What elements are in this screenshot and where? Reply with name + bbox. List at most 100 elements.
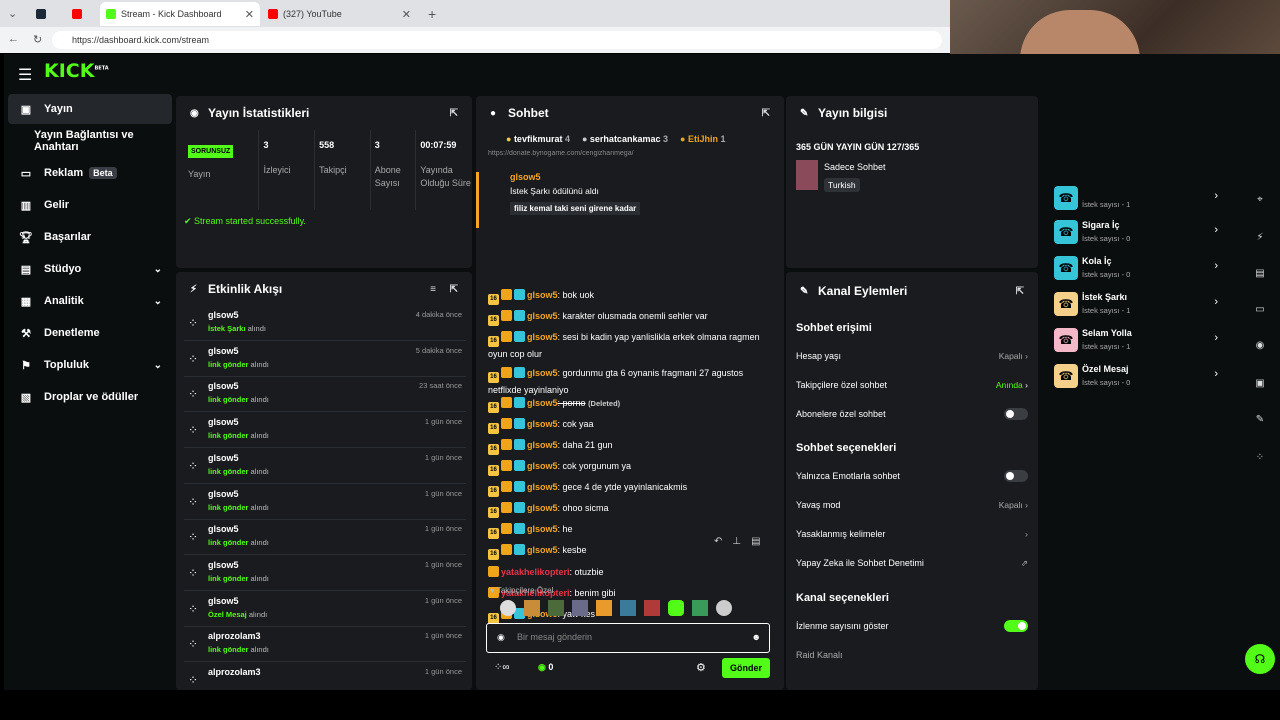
chat-username[interactable]: glsow5	[527, 332, 558, 342]
reward-item[interactable]: ☎ Özel Mesaj İstek sayısı - 0 ›	[1054, 360, 1224, 396]
popout-icon[interactable]: ⇱	[1016, 286, 1024, 297]
category-name[interactable]: Sadece Sohbet	[824, 162, 886, 172]
new-tab-icon[interactable]: +	[428, 6, 436, 22]
emote-icon[interactable]	[716, 600, 732, 616]
emote-only-toggle[interactable]	[1004, 470, 1028, 482]
points-display[interactable]: ◉ 0	[538, 662, 553, 673]
emote-icon[interactable]	[668, 600, 684, 616]
reload-icon[interactable]: ↻	[33, 33, 42, 46]
tab-youtube-1[interactable]	[66, 2, 96, 26]
slow-mode-row[interactable]: Yavaş mod Kapalı ›	[796, 491, 1028, 519]
sidebar-item-topluluk[interactable]: ⚑ Topluluk ⌄	[8, 350, 172, 380]
chat-message[interactable]: 16 glsow5: bok uok	[488, 288, 770, 305]
link-message[interactable]: https://donate.bynogame.com/cengizhanmeg…	[488, 150, 634, 157]
feed-row[interactable]: ⁘ glsow5 link gönder alındı 1 gün önce	[184, 449, 466, 484]
kick-logo[interactable]: KICKBETA	[44, 60, 109, 82]
reward-item[interactable]: ☎ Selam Yolla İstek sayısı - 1 ›	[1054, 324, 1224, 360]
chat-message[interactable]: 16 glsow5: daha 21 gun	[488, 438, 770, 455]
chat-message[interactable]: 16 glsow5: gordunmu gta 6 oynanis fragman…	[488, 366, 770, 397]
chat-message[interactable]: 16 glsow5: porno (Deleted)	[488, 396, 770, 413]
popout-icon[interactable]: ⇱	[762, 108, 770, 119]
sidebar-item-studyo[interactable]: ▤ Stüdyo ⌄	[8, 254, 172, 284]
supporter[interactable]: ● tevfikmurat 4	[506, 134, 570, 144]
crosshair-icon[interactable]: ⌖	[1248, 188, 1272, 212]
chat-username[interactable]: glsow5	[527, 545, 558, 555]
sidebar-item-stream-key[interactable]: Yayın Bağlantısı ve Anahtarı	[8, 126, 172, 156]
raid-row[interactable]: Raid Kanalı	[796, 641, 1028, 669]
chat-username[interactable]: glsow5	[527, 524, 558, 534]
feed-row[interactable]: ⁘ glsow5 link gönder alındı 1 gün önce	[184, 413, 466, 449]
feed-row[interactable]: ⁘ glsow5 link gönder alındı 5 dakika önc…	[184, 342, 466, 377]
followers-only-row[interactable]: Takipçilere özel sohbet Anında ›	[796, 371, 1028, 399]
close-icon[interactable]: ✕	[245, 8, 254, 21]
emote-icon[interactable]	[620, 600, 636, 616]
feed-row[interactable]: ⁘ glsow5 link gönder alındı 1 gün önce	[184, 520, 466, 556]
feed-row[interactable]: ⁘ alprozolam3 link gönder alındı 1 gün ö…	[184, 627, 466, 663]
chat-username[interactable]: glsow5	[527, 503, 558, 513]
emote-icon[interactable]	[524, 600, 540, 616]
tab-youtube-2[interactable]: (327) YouTube ✕	[262, 2, 417, 26]
feed-row[interactable]: ⁘ glsow5 link gönder alındı 23 saat önce	[184, 377, 466, 413]
address-bar[interactable]: https://dashboard.kick.com/stream	[52, 31, 942, 49]
chat-username[interactable]: yatakhelikopteri	[501, 567, 570, 577]
menu-icon[interactable]: ☰	[18, 65, 32, 85]
chat-username[interactable]: glsow5	[527, 290, 558, 300]
sidebar-item-basarilar[interactable]: 🏆︎ Başarılar	[8, 222, 172, 252]
emote-icon[interactable]	[596, 600, 612, 616]
subs-only-toggle[interactable]	[1004, 408, 1028, 420]
back-icon[interactable]: ←	[8, 33, 19, 45]
chat-message[interactable]: 16 glsow5: sesi bi kadin yap yanlislikla …	[488, 330, 770, 361]
pin-icon[interactable]: ⊥	[732, 536, 741, 552]
popout-icon[interactable]: ⇱	[450, 108, 458, 119]
reward-item[interactable]: ☎ Sigara İç İstek sayısı - 0 ›	[1054, 216, 1224, 252]
delete-icon[interactable]: ▤	[751, 536, 760, 552]
send-button[interactable]: Gönder	[721, 658, 770, 678]
sidebar-item-yayin[interactable]: ▣ Yayın	[8, 94, 172, 124]
chat-username[interactable]: glsow5	[527, 398, 558, 408]
chat-username[interactable]: glsow5	[527, 419, 558, 429]
chat-message[interactable]: 16 glsow5: cok yorgunum ya	[488, 459, 770, 476]
chat-input[interactable]: ◉ Bir mesaj gönderin ☻	[486, 623, 770, 653]
feed-row[interactable]: ⁘ glsow5 Özel Mesaj alındı 1 gün önce	[184, 592, 466, 627]
emote-icon[interactable]	[692, 600, 708, 616]
reward-item[interactable]: ☎ İstek Şarkı İstek sayısı - 1 ›	[1054, 288, 1224, 324]
chat-username[interactable]: glsow5	[527, 440, 558, 450]
reward-item[interactable]: ☎ Kola İç İstek sayısı - 0 ›	[1054, 252, 1224, 288]
sidebar-item-reklam[interactable]: ▭ Reklam Beta	[8, 158, 172, 188]
emote-icon[interactable]	[500, 600, 516, 616]
chat-message[interactable]: 16 glsow5: karakter olusmada onemli sehle…	[488, 309, 770, 326]
wrench-icon[interactable]: ✎	[1248, 408, 1272, 432]
emote-icon[interactable]	[548, 600, 564, 616]
feed-row[interactable]: ⁘ glsow5 link gönder alındı 1 gün önce	[184, 485, 466, 520]
chat-username[interactable]: glsow5	[527, 368, 558, 378]
community-icon[interactable]: ⁘	[1248, 446, 1272, 470]
broadcast-icon[interactable]: ◉	[1248, 334, 1272, 358]
show-viewers-toggle[interactable]	[1004, 620, 1028, 632]
supporter[interactable]: ● EtiJhin 1	[680, 134, 725, 144]
emoji-picker-icon[interactable]: ◉	[497, 632, 505, 643]
chat-username[interactable]: glsow5	[527, 461, 558, 471]
close-icon[interactable]: ✕	[402, 8, 411, 21]
tab-kick-dashboard[interactable]: Stream - Kick Dashboard ✕	[100, 2, 260, 26]
emote-icon[interactable]	[572, 600, 588, 616]
feed-row[interactable]: ⁘ glsow5 İstek Şarkı alındı 4 dakika önc…	[184, 306, 466, 341]
chat-icon[interactable]: ▭	[1248, 298, 1272, 322]
popout-icon[interactable]: ⇱	[450, 284, 458, 295]
info-panel-icon[interactable]: ▣	[1248, 372, 1272, 396]
document-icon[interactable]: ▤	[1248, 262, 1272, 286]
reply-icon[interactable]: ↶	[714, 536, 722, 552]
chat-username[interactable]: glsow5	[527, 482, 558, 492]
sidebar-item-denetleme[interactable]: ⚒ Denetleme	[8, 318, 172, 348]
chat-message[interactable]: 16 glsow5: ohoo sicma	[488, 501, 770, 518]
emote-icon[interactable]	[644, 600, 660, 616]
settings-icon[interactable]: ⚙	[696, 661, 706, 674]
account-age-row[interactable]: Hesap yaşı Kapalı ›	[796, 342, 1028, 370]
help-button[interactable]: ☊	[1245, 644, 1275, 674]
smile-icon[interactable]: ☻	[752, 632, 761, 642]
chat-message[interactable]: 16 glsow5: cok yaa	[488, 417, 770, 434]
filter-icon[interactable]: ≡	[430, 284, 436, 295]
sidebar-item-gelir[interactable]: ▥ Gelir	[8, 190, 172, 220]
chat-username[interactable]: glsow5	[527, 311, 558, 321]
sidebar-item-droplar[interactable]: ▧ Droplar ve ödüller	[8, 382, 172, 412]
supporter[interactable]: ● serhatcankamac 3	[582, 134, 668, 144]
